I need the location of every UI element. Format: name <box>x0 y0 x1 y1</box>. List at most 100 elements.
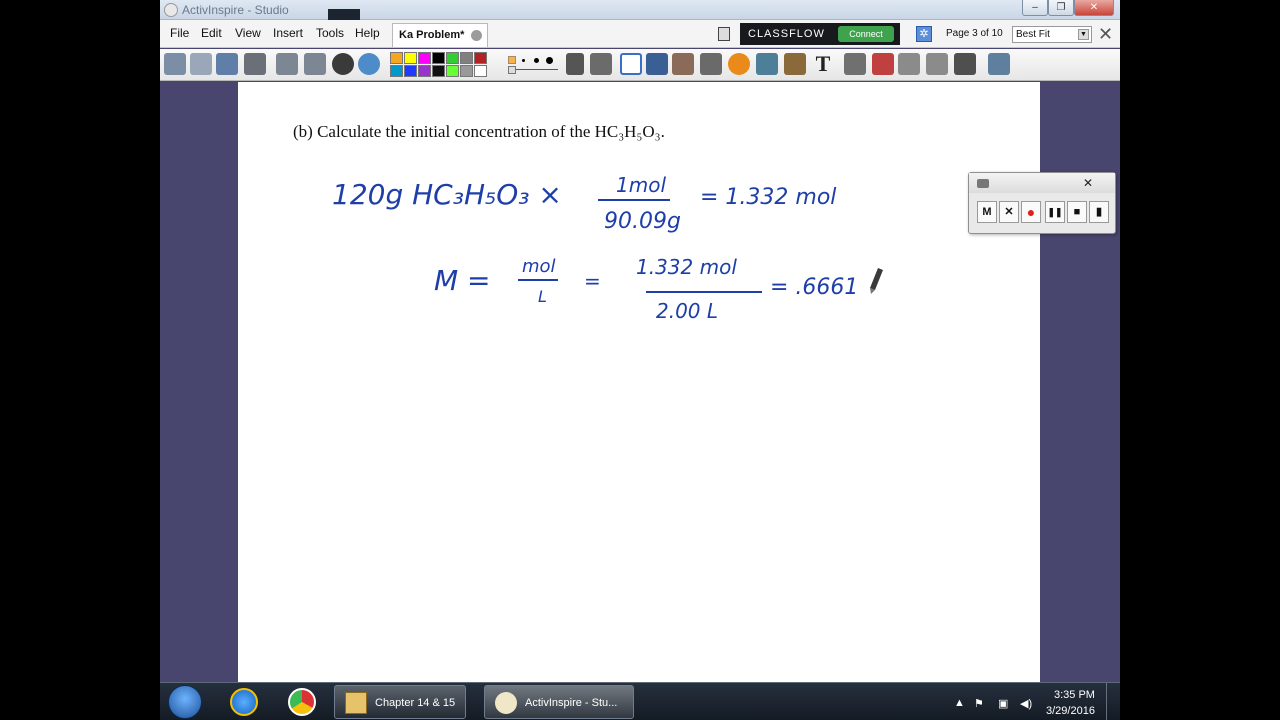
network-icon[interactable]: ▣ <box>998 697 1008 710</box>
notes-icon[interactable] <box>718 27 730 41</box>
show-hidden-icons[interactable]: ▲ <box>954 697 965 709</box>
connect-button[interactable]: Connect <box>838 26 894 42</box>
show-desktop-button[interactable] <box>1106 683 1120 720</box>
chrome-icon[interactable] <box>288 688 316 716</box>
recorder-close-button[interactable]: ✕ <box>1065 175 1111 191</box>
menu-view[interactable]: View <box>235 26 261 40</box>
zoom-select[interactable]: Best Fit ▼ <box>1012 26 1092 43</box>
handwriting-liter-label: L <box>538 287 547 306</box>
color-swatch[interactable] <box>418 65 431 77</box>
color-swatch[interactable] <box>474 52 487 64</box>
recorder-header[interactable]: ✕ <box>969 173 1115 193</box>
menu-bar: File Edit View Insert Tools Help Ka Prob… <box>160 20 1120 48</box>
color-swatch[interactable] <box>404 52 417 64</box>
start-button[interactable] <box>168 685 202 719</box>
color-swatch[interactable] <box>474 65 487 77</box>
screen-recorder-widget: ✕ M ✕ ● ❚❚ ■ ▮ <box>968 172 1116 234</box>
task-label: ActivInspire - Stu... <box>525 697 618 709</box>
clock-date[interactable]: 3/29/2016 <box>1046 705 1095 717</box>
menu-insert[interactable]: Insert <box>273 26 303 40</box>
recorder-cancel-button[interactable]: ✕ <box>999 201 1019 223</box>
close-window-button[interactable]: ✕ <box>1074 0 1114 16</box>
title-overlay <box>328 9 360 20</box>
folder-icon <box>345 692 367 714</box>
fill-icon[interactable] <box>728 53 750 75</box>
classflow-label: CLASSFLOW <box>748 28 825 40</box>
recorder-options-button[interactable]: ▮ <box>1089 201 1109 223</box>
shape-icon[interactable] <box>700 53 722 75</box>
eraser-icon[interactable] <box>672 53 694 75</box>
pen-cursor-icon <box>870 268 883 294</box>
globe-icon[interactable] <box>358 53 380 75</box>
color-swatch[interactable] <box>418 52 431 64</box>
play-icon[interactable] <box>332 53 354 75</box>
app-icon <box>164 3 178 17</box>
handwriting-mol-numerator: 1mol <box>616 173 666 197</box>
task-label: Chapter 14 & 15 <box>375 697 456 709</box>
title-bar: ActivInspire - Studio – ❐ ✕ <box>160 0 1120 20</box>
pen-width-slider[interactable] <box>508 54 558 74</box>
screen: ActivInspire - Studio – ❐ ✕ File Edit Vi… <box>160 0 1120 720</box>
flipchart-page[interactable]: (b) Calculate the initial concentration … <box>238 82 1040 682</box>
handwriting-mol-value: 1.332 mol <box>636 255 737 279</box>
chevron-down-icon[interactable]: ▼ <box>1078 29 1089 40</box>
minimize-button[interactable]: – <box>1022 0 1048 16</box>
browser-icon[interactable] <box>190 53 212 75</box>
highlighter-icon[interactable] <box>646 53 668 75</box>
select-icon[interactable] <box>566 53 584 75</box>
menu-help[interactable]: Help <box>355 26 380 40</box>
activinspire-icon <box>495 692 517 714</box>
snowflake-icon[interactable]: ✲ <box>916 26 932 42</box>
main-menu-icon[interactable] <box>164 53 186 75</box>
clock-time[interactable]: 3:35 PM <box>1054 689 1095 701</box>
menu-tools[interactable]: Tools <box>316 26 344 40</box>
next-page-icon[interactable] <box>304 53 326 75</box>
document-tab[interactable]: Ka Problem* <box>392 23 488 47</box>
color-swatch[interactable] <box>432 52 445 64</box>
text-icon[interactable]: T <box>812 53 834 75</box>
close-tab-icon[interactable] <box>471 30 482 41</box>
previous-page-icon[interactable] <box>276 53 298 75</box>
clear-icon[interactable] <box>954 53 976 75</box>
menu-edit[interactable]: Edit <box>201 26 222 40</box>
pen-icon[interactable] <box>620 53 642 75</box>
color-swatch[interactable] <box>460 52 473 64</box>
volume-icon[interactable]: ◀) <box>1020 697 1032 710</box>
record-button[interactable]: ● <box>1021 201 1041 223</box>
pause-button[interactable]: ❚❚ <box>1045 201 1065 223</box>
connector-icon[interactable] <box>756 53 778 75</box>
maximize-button[interactable]: ❐ <box>1048 0 1074 16</box>
handwriting-molarity-symbol: M = <box>434 264 491 297</box>
image-icon[interactable] <box>216 53 238 75</box>
camera-icon[interactable] <box>244 53 266 75</box>
timer-icon[interactable] <box>844 53 866 75</box>
redo-icon[interactable] <box>926 53 948 75</box>
tools-icon[interactable] <box>590 53 612 75</box>
stop-button[interactable]: ■ <box>1067 201 1087 223</box>
ie-icon[interactable] <box>230 688 258 716</box>
page-indicator: Page 3 of 10 <box>946 28 1003 39</box>
color-swatch[interactable] <box>446 65 459 77</box>
undo-icon[interactable] <box>898 53 920 75</box>
toolbox-icon[interactable] <box>988 53 1010 75</box>
task-chapter[interactable]: Chapter 14 & 15 <box>334 685 466 719</box>
handwriting-volume: 2.00 L <box>656 299 718 323</box>
color-swatch[interactable] <box>460 65 473 77</box>
recorder-icon <box>977 179 989 188</box>
color-swatch[interactable] <box>390 65 403 77</box>
color-swatch[interactable] <box>404 65 417 77</box>
color-swatch[interactable] <box>432 65 445 77</box>
document-tab-label: Ka Problem* <box>399 29 465 41</box>
color-swatch[interactable] <box>446 52 459 64</box>
clipart-icon[interactable] <box>784 53 806 75</box>
task-activinspire[interactable]: ActivInspire - Stu... <box>484 685 634 719</box>
menu-file[interactable]: File <box>170 26 189 40</box>
color-swatch[interactable] <box>390 52 403 64</box>
window-title: ActivInspire - Studio <box>182 3 289 17</box>
toggle-toolbox-icon[interactable]: ✕ <box>1098 24 1113 45</box>
reset-icon[interactable] <box>872 53 894 75</box>
flag-icon[interactable]: ⚑ <box>974 697 984 710</box>
handwriting-molar-mass: 90.09g <box>604 209 681 234</box>
handwriting-moles-result: = 1.332 mol <box>700 185 836 210</box>
recorder-mode-button[interactable]: M <box>977 201 997 223</box>
